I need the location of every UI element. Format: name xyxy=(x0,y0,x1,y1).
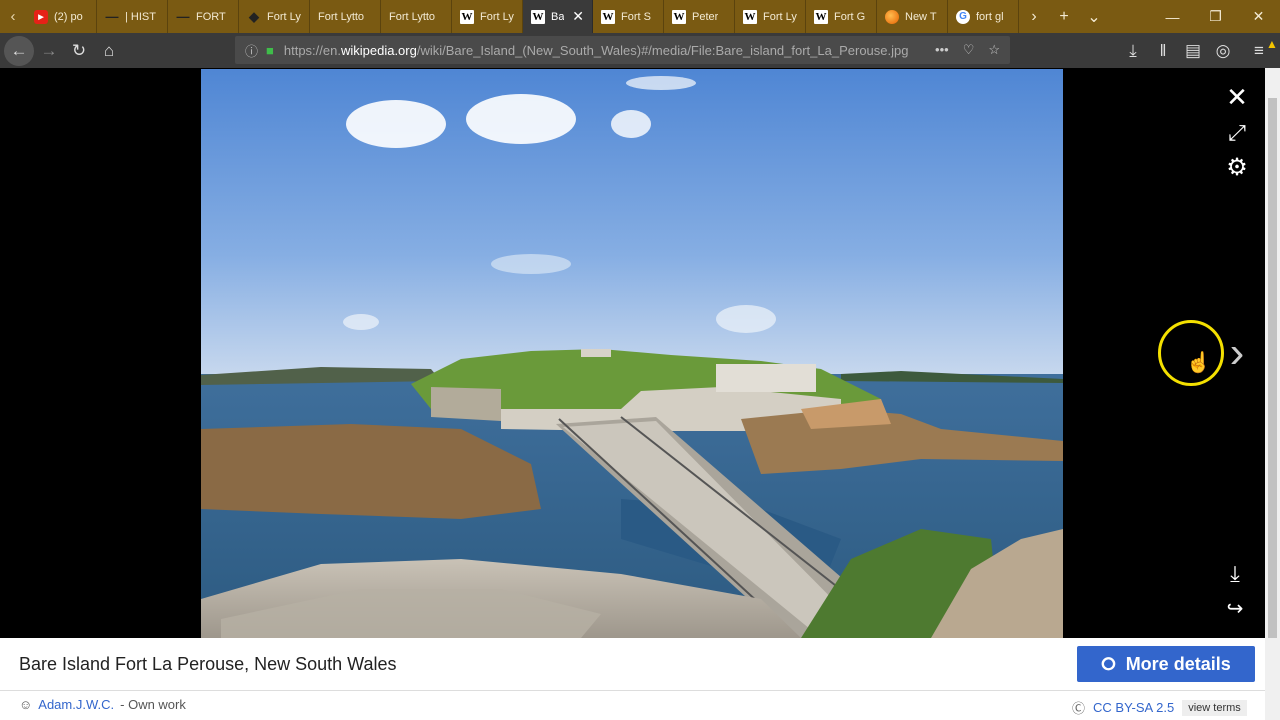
tab-wiki-fort-ly-2[interactable]: W Fort Ly xyxy=(735,0,806,33)
license-link[interactable]: CC BY-SA 2.5 xyxy=(1093,700,1174,715)
forward-button[interactable]: → xyxy=(34,36,64,66)
author-link[interactable]: Adam.J.W.C. xyxy=(38,697,114,712)
tab-history[interactable]: — | HIST xyxy=(97,0,168,33)
caption-divider xyxy=(0,690,1265,691)
warning-icon: ▲ xyxy=(1266,37,1278,51)
image-title: Bare Island Fort La Perouse, New South W… xyxy=(19,654,397,674)
wikipedia-icon: W xyxy=(460,9,474,24)
page-actions-menu-icon[interactable]: ••• xyxy=(935,42,949,58)
tab-title: fort gl xyxy=(976,10,1004,23)
photo-bare-island-fort xyxy=(201,69,1063,638)
tab-title: Peter xyxy=(692,10,719,23)
wikipedia-icon: W xyxy=(531,9,545,24)
back-button[interactable]: ← xyxy=(4,35,34,66)
tab-title: Fort Ly xyxy=(267,10,301,23)
scroll-tabs-left-button[interactable]: ‹ xyxy=(0,0,26,33)
wikipedia-icon: W xyxy=(601,9,615,24)
account-icon[interactable]: ◎ xyxy=(1212,36,1234,66)
pocket-icon[interactable]: ♡ xyxy=(963,42,975,58)
reload-button[interactable]: ↻ xyxy=(64,36,94,66)
url-domain: wikipedia.org xyxy=(340,42,417,58)
tab-title: Ba xyxy=(551,10,565,23)
tab-strip: ‹ ▶ (2) po — | HIST — FORT ◆ Fort Ly For… xyxy=(0,0,1280,33)
tab-fort-ly-emblem[interactable]: ◆ Fort Ly xyxy=(239,0,310,33)
photo-illustration xyxy=(201,69,1063,638)
tab-bare-island-active[interactable]: W Ba ✕ xyxy=(523,0,593,33)
library-icon[interactable]: ‖ xyxy=(1152,36,1174,66)
new-tab-button[interactable]: + xyxy=(1049,0,1079,33)
restore-button[interactable]: ❐ xyxy=(1194,0,1237,33)
creative-commons-icon: Ⓒ xyxy=(1072,701,1086,716)
tab-title: Fort Ly xyxy=(480,10,514,23)
url-text[interactable]: https://en.wikipedia.org/wiki/Bare_Islan… xyxy=(284,43,935,58)
downloads-icon[interactable]: ⤓ xyxy=(1122,36,1144,66)
more-details-button[interactable]: ⭘ More details xyxy=(1077,646,1255,682)
view-terms-button[interactable]: view terms xyxy=(1182,699,1247,716)
scroll-tabs-right-button[interactable]: › xyxy=(1019,0,1049,33)
page-scrollbar[interactable] xyxy=(1265,68,1280,720)
close-window-button[interactable]: ✕ xyxy=(1237,0,1280,33)
tab-title: FORT xyxy=(196,10,226,23)
close-viewer-icon[interactable]: ✕ xyxy=(1224,82,1250,112)
window-controls: — ❐ ✕ xyxy=(1151,0,1280,33)
wikipedia-icon: W xyxy=(814,9,828,24)
tab-fort-lyttelton-1[interactable]: Fort Lytto xyxy=(310,0,381,33)
tab-wiki-fort-s[interactable]: W Fort S xyxy=(593,0,664,33)
settings-gear-icon[interactable]: ⚙ xyxy=(1224,154,1250,181)
emblem-icon: ◆ xyxy=(249,8,259,24)
tab-title: (2) po xyxy=(54,10,83,23)
image-caption-panel: Bare Island Fort La Perouse, New South W… xyxy=(0,638,1265,720)
media-viewer: ✕ ⤢ ⚙ › ⤓ ↪ ☝ xyxy=(0,68,1265,638)
tab-title: Fort Lytto xyxy=(318,10,365,23)
tab-title: Fort Lytto xyxy=(389,10,436,23)
toolbar-right: ⤓ ‖ ▤ ◎ ≡ xyxy=(1122,33,1270,68)
tab-google-search[interactable]: G fort gl xyxy=(948,0,1019,33)
scrollbar-thumb[interactable] xyxy=(1268,98,1277,638)
navigation-toolbar: ← → ↻ ⌂ ⓘ ■ https://en.wikipedia.org/wik… xyxy=(0,33,1280,68)
bird-icon: — xyxy=(105,9,119,24)
bird-icon: — xyxy=(176,9,190,24)
close-tab-icon[interactable]: ✕ xyxy=(572,8,584,25)
wikipedia-icon: W xyxy=(743,9,757,24)
url-prefix: https://en. xyxy=(283,42,341,58)
more-details-label: More details xyxy=(1125,653,1231,674)
author-line: ☺ Adam.J.W.C. - Own work xyxy=(19,697,186,712)
tab-wiki-fort-g[interactable]: W Fort G xyxy=(806,0,877,33)
license-info: Ⓒ CC BY-SA 2.5 view terms xyxy=(1072,698,1247,717)
tab-fort-lyttelton-2[interactable]: Fort Lytto xyxy=(381,0,452,33)
tab-title: Fort Ly xyxy=(763,10,797,23)
bookmark-star-icon[interactable]: ☆ xyxy=(988,42,1000,58)
author-suffix: - Own work xyxy=(120,697,186,712)
youtube-icon: ▶ xyxy=(34,9,48,24)
sidebar-icon[interactable]: ▤ xyxy=(1182,36,1204,66)
tab-new-tab[interactable]: New T xyxy=(877,0,948,33)
tab-title: New T xyxy=(905,10,937,23)
lock-icon[interactable]: ■ xyxy=(266,43,274,58)
tab-fort[interactable]: — FORT xyxy=(168,0,239,33)
fullscreen-icon[interactable]: ⤢ xyxy=(1224,120,1250,146)
minimize-button[interactable]: — xyxy=(1151,0,1194,33)
list-all-tabs-button[interactable]: ⌄ xyxy=(1079,0,1109,33)
user-icon: ☺ xyxy=(19,697,33,712)
tab-title: Fort G xyxy=(834,10,866,23)
address-bar[interactable]: ⓘ ■ https://en.wikipedia.org/wiki/Bare_I… xyxy=(235,36,1010,64)
tab-title: | HIST xyxy=(125,10,156,23)
download-icon[interactable]: ⤓ xyxy=(1222,561,1248,586)
page-actions: ••• ♡ ☆ xyxy=(935,42,1000,58)
hand-cursor-icon: ☝ xyxy=(1186,352,1211,374)
wikipedia-icon: W xyxy=(672,9,686,24)
home-button[interactable]: ⌂ xyxy=(94,36,124,66)
share-icon[interactable]: ↪ xyxy=(1222,596,1248,620)
tab-wiki-fort-ly[interactable]: W Fort Ly xyxy=(452,0,523,33)
next-image-chevron-icon[interactable]: › xyxy=(1222,328,1252,377)
url-path: /wiki/Bare_Island_(New_South_Wales)#/med… xyxy=(416,42,909,58)
tab-title: Fort S xyxy=(621,10,651,23)
tab-wiki-peter[interactable]: W Peter xyxy=(664,0,735,33)
tab-youtube[interactable]: ▶ (2) po xyxy=(26,0,97,33)
commons-icon: ⭘ xyxy=(1101,653,1116,674)
google-icon: G xyxy=(956,9,970,24)
info-icon[interactable]: ⓘ xyxy=(245,41,258,60)
firefox-icon xyxy=(885,9,899,24)
